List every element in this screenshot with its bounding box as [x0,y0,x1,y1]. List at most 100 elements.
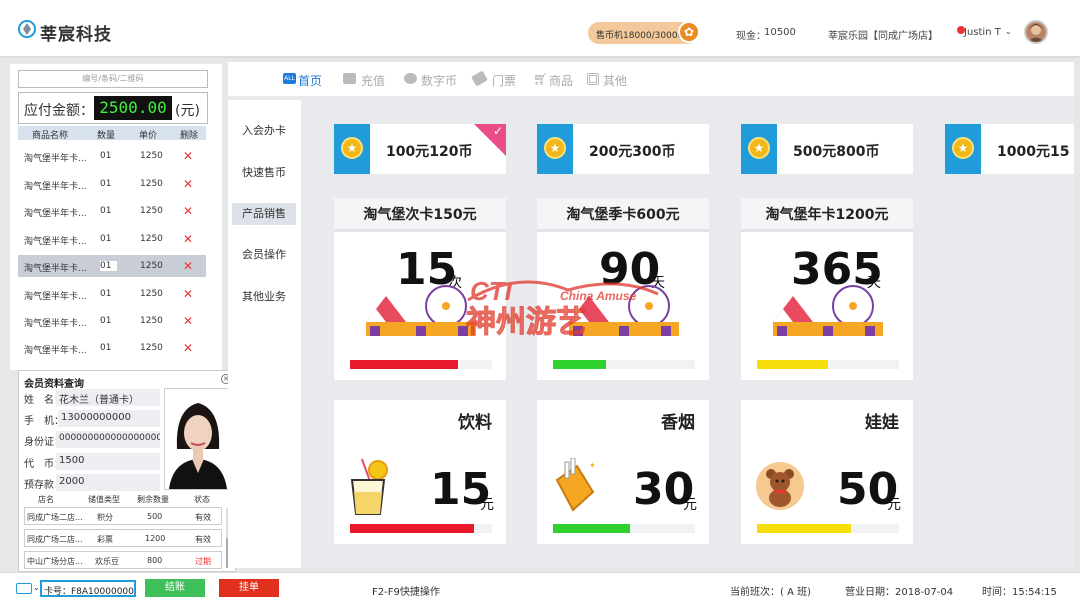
tab-ticket[interactable]: 门票 [492,72,516,89]
lemonade-icon [350,458,388,515]
item-name: 淘气堡半年卡... [24,237,87,247]
member-popup-title: 会员资料查询 [24,379,84,390]
nav-product-sales[interactable]: 产品销售 [232,203,296,225]
delete-icon[interactable]: ✕ [183,314,193,328]
current-time: 时间：15:54:15 [982,587,1057,598]
coin-package-card[interactable]: ★ 1000元15 [945,124,1074,174]
col-delete: 删除 [180,131,199,141]
phone-value: 13000000000 [58,410,160,427]
table-row[interactable]: 同成广场二店... 彩票 1200 有效 [24,529,222,547]
table-row[interactable]: 淘气堡半年卡... 01 1250 ✕ [18,228,206,250]
item-qty[interactable]: 01 [100,289,111,299]
table-row-selected[interactable]: 淘气堡半年卡... 01 1250 ✕ [18,255,206,277]
item-price: 1250 [140,261,163,271]
table-row[interactable]: 淘气堡半年卡... 01 1250 ✕ [18,337,206,359]
table-row[interactable]: 淘气堡半年卡... 01 1250 ✕ [18,173,206,195]
hold-order-button[interactable]: 挂单 [219,579,279,597]
nav-quick-coin[interactable]: 快速售币 [232,162,296,184]
col-price: 单价 [139,131,158,141]
delete-icon[interactable]: ✕ [183,341,193,355]
goods-progress-fill [757,524,851,533]
watermark-logo: CTI China Amuse 神州游艺 [466,276,659,340]
item-qty[interactable]: 01 [100,261,118,271]
star-coin-icon: ★ [544,137,566,159]
delete-icon[interactable]: ✕ [183,204,193,218]
card-reader-chevron-icon[interactable]: ⌄ [33,583,40,592]
item-qty[interactable]: 01 [100,234,111,244]
delete-icon[interactable]: ✕ [183,232,193,246]
amount-unit: (元) [175,103,200,119]
tab-recharge[interactable]: 充值 [361,72,385,89]
watermark-line1: CTI [470,276,513,306]
table-row[interactable]: 淘气堡半年卡... 01 1250 ✕ [18,145,206,167]
tab-home[interactable]: 首页 [298,72,322,89]
remain-cell: 1200 [145,534,166,543]
item-name: 淘气堡半年卡... [24,182,87,192]
coin-package-card[interactable]: ★ 100元120币 ✓ [334,124,506,174]
goods-progress-fill [553,524,630,533]
brand-logo-icon [18,20,36,38]
type-cell: 欢乐豆 [95,557,119,566]
table-row[interactable]: 淘气堡半年卡... 01 1250 ✕ [18,283,206,305]
business-date: 营业日期：2018-07-04 [845,587,954,598]
member-deposit-row: 预存款： 2000 [22,474,160,491]
item-name: 淘气堡半年卡... [24,154,87,164]
avatar[interactable] [1024,20,1048,44]
store-cell: 同成广场二店... [27,513,83,522]
coin-package-card[interactable]: ★ 200元300币 [537,124,709,174]
id-value: 000000000000000000 [56,431,160,448]
barcode-input[interactable]: 编号/条码/二维码 [18,70,208,88]
settle-button[interactable]: 结账 [145,579,205,597]
name-value: 花木兰（普通卡） [56,389,160,406]
item-qty[interactable]: 01 [100,206,111,216]
user-dropdown-chevron-icon[interactable]: ⌄ [1005,27,1012,36]
user-name[interactable]: Justin T [964,27,1001,38]
tab-digital-coin[interactable]: 数字币 [421,72,457,89]
remain-cell: 800 [147,556,163,565]
item-price: 1250 [140,179,163,189]
item-name: 淘气堡半年卡... [24,319,87,329]
goods-unit: 元 [887,497,901,513]
goods-name: 娃娃 [865,413,899,433]
item-qty[interactable]: 01 [100,179,111,189]
nav-other-business[interactable]: 其他业务 [232,286,296,308]
table-row[interactable]: 同成广场二店... 积分 500 有效 [24,507,222,525]
goods-card[interactable]: 娃娃 50 元 [741,400,913,544]
coin-machine-icon[interactable]: ✿ [678,21,700,43]
coin-package-card[interactable]: ★ 500元800币 [741,124,913,174]
svg-text:✦: ✦ [589,461,596,470]
nav-member-ops[interactable]: 会员操作 [232,244,296,266]
member-coin-row: 代 币： 1500 [22,453,160,470]
tab-other[interactable]: 其他 [603,72,627,89]
item-qty[interactable]: 01 [100,316,111,326]
coin-strip: ★ [741,124,777,174]
member-id-row: 身份证： 000000000000000000 [22,431,160,448]
amusement-park-icon [773,285,883,336]
goods-progress-bar [553,524,695,533]
delete-icon[interactable]: ✕ [183,259,193,273]
cart-icon: 🛒︎ [533,72,549,86]
card-title: 淘气堡次卡150元 [334,198,506,232]
store-name[interactable]: 莘宸乐园【同成广场店】 [828,27,938,42]
table-row[interactable]: 中山广场分店... 欢乐豆 800 过期 [24,551,222,569]
membership-card[interactable]: 淘气堡年卡1200元 365 天 [741,198,913,380]
col-qty: 数量 [97,131,116,141]
delete-icon[interactable]: ✕ [183,149,193,163]
goods-card[interactable]: 饮料 15 元 [334,400,506,544]
cash-value: 10500 [764,27,796,38]
delete-icon[interactable]: ✕ [183,287,193,301]
card-number-input[interactable]: 卡号：F8A1000000001 [40,580,136,597]
item-qty[interactable]: 01 [100,343,111,353]
item-qty[interactable]: 01 [100,151,111,161]
table-row[interactable]: 淘气堡半年卡... 01 1250 ✕ [18,310,206,332]
card-title: 淘气堡年卡1200元 [741,198,913,232]
card-reader-icon[interactable] [16,583,32,594]
tab-goods[interactable]: 商品 [549,72,573,89]
goods-card[interactable]: 香烟 ✦ 30 元 [537,400,709,544]
nav-join-card[interactable]: 入会办卡 [232,120,296,142]
table-row[interactable]: 淘气堡半年卡... 01 1250 ✕ [18,200,206,222]
grid-icon [587,73,599,85]
goods-unit: 元 [683,497,697,513]
coin-package-label: 200元300币 [589,144,676,160]
delete-icon[interactable]: ✕ [183,177,193,191]
